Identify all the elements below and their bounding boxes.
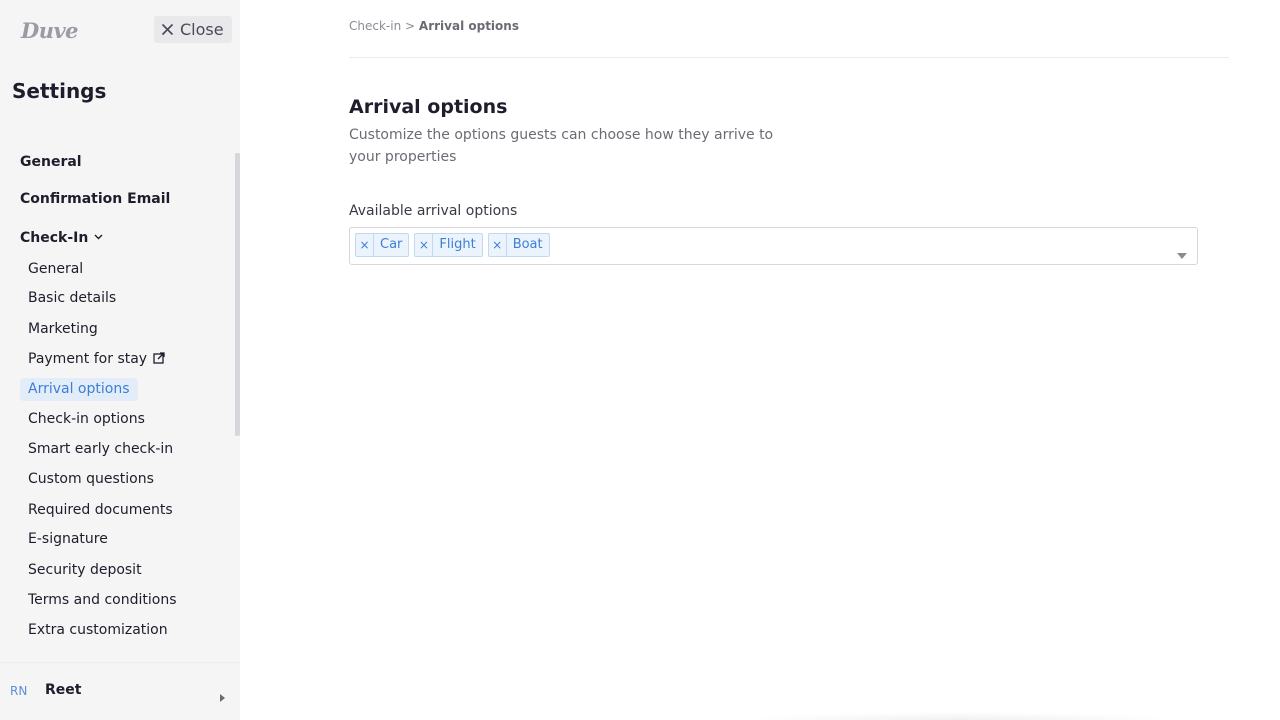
breadcrumb: Check-in > Arrival options [349,19,519,33]
sidebar: Duve Close Settings General Confirmation… [0,0,240,720]
sub-item-marketing[interactable]: Marketing [20,318,106,341]
sub-item-required-documents[interactable]: Required documents [20,499,181,522]
bottom-shadow [740,712,1180,720]
chip-car: × Car [355,233,410,257]
sub-item-extra-customization[interactable]: Extra customization [20,619,176,642]
chip-label: Boat [512,237,543,252]
avatar: RN [10,684,28,698]
close-button[interactable]: Close [154,16,232,43]
user-name: Reet [45,682,82,698]
sub-item-e-signature[interactable]: E-signature [20,528,116,551]
sub-item-terms-and-conditions[interactable]: Terms and conditions [20,589,185,612]
arrival-options-label: Available arrival options [349,203,518,219]
arrival-options-select[interactable]: × Car × Flight × Boat [349,227,1198,265]
sub-item-general[interactable]: General [20,258,91,281]
external-link-icon [153,349,165,372]
settings-title: Settings [12,79,107,103]
sidebar-scrollbar[interactable] [235,153,240,436]
sub-item-security-deposit[interactable]: Security deposit [20,559,150,582]
header-divider [349,57,1229,58]
chip-label: Car [380,237,403,252]
selected-chips: × Car × Flight × Boat [355,233,550,257]
duve-logo: Duve [21,18,79,43]
remove-chip-icon[interactable]: × [356,234,374,256]
breadcrumb-current: Arrival options [418,19,519,33]
breadcrumb-parent[interactable]: Check-in [349,19,401,33]
sub-item-basic-details[interactable]: Basic details [20,287,124,310]
page-title: Arrival options [349,96,508,118]
sub-item-check-in-options[interactable]: Check-in options [20,408,153,431]
sub-item-arrival-options[interactable]: Arrival options [20,378,138,401]
caret-right-icon [220,687,225,706]
chip-flight: × Flight [414,233,483,257]
close-label: Close [180,20,224,39]
breadcrumb-separator: > [405,19,416,33]
remove-chip-icon[interactable]: × [415,234,434,256]
dropdown-arrow-icon[interactable] [1177,244,1187,263]
chip-label: Flight [439,237,476,252]
remove-chip-icon[interactable]: × [489,234,507,256]
nav-item-check-in[interactable]: Check-In [20,228,103,246]
nav-item-confirmation-email[interactable]: Confirmation Email [20,191,170,207]
sub-item-custom-questions[interactable]: Custom questions [20,468,162,491]
nav-item-general[interactable]: General [20,154,82,170]
page-description: Customize the options guests can choose … [349,127,774,165]
sub-item-payment-for-stay[interactable]: Payment for stay [20,348,173,371]
sub-item-smart-early-check-in[interactable]: Smart early check-in [20,438,181,461]
user-menu[interactable]: RN Reet [0,662,240,720]
chip-boat: × Boat [487,233,550,257]
chevron-down-icon [94,228,103,244]
close-icon [161,23,174,36]
